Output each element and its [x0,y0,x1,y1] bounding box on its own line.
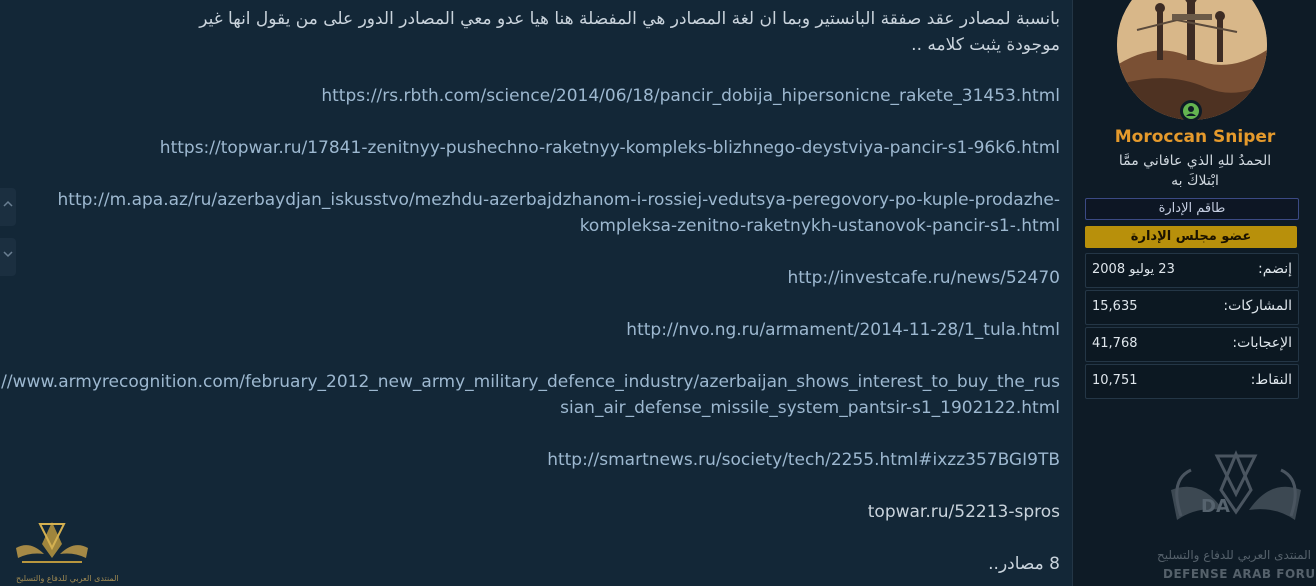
scroll-down-tab[interactable] [0,238,16,276]
source-link-2[interactable]: https://topwar.ru/17841-zenitnyy-pushech… [160,135,1060,161]
stat-likes-value: 41,768 [1092,336,1138,351]
stat-posts-label: المشاركات: [1223,298,1292,314]
user-sidebar: Moroccan Sniper الحمدُ للهِ الذي عافاني … [1072,0,1316,586]
council-member-banner: عضو مجلس الإدارة [1085,226,1297,248]
stat-likes-label: الإعجابات: [1232,335,1292,351]
forum-logo-watermark: المنتدى العربي للدفاع والتسليح [12,518,119,586]
user-title-line-2: ابْتلاكَ به [1171,173,1219,189]
stat-joined: إنضم: 23 يوليو 2008 [1085,253,1299,288]
stat-points-value[interactable]: 10,751 [1092,373,1138,388]
watermark-english: DEFENSE ARAB FORUM [1163,567,1316,581]
chevron-down-icon [3,251,13,258]
post-intro-line-1: بانسبة لمصادر عقد صفقة البانستير وبما ان… [199,9,1060,29]
source-link-6-line-2[interactable]: sian_air_defense_missile_system_pantsir-… [560,395,1060,421]
online-status-indicator [1180,100,1202,122]
watermark-letters: DA [1201,496,1230,517]
stat-points: النقاط: 10,751 [1085,364,1299,399]
source-link-6-line-1[interactable]: http://www.armyrecognition.com/february_… [0,369,1060,395]
post-intro-line-2: موجودة يثبت كلامه .. [911,35,1060,55]
source-link-3-line-1[interactable]: http://m.apa.az/ru/azerbaydjan_iskusstvo… [58,187,1060,213]
stat-posts: المشاركات: 15,635 [1085,290,1299,325]
post-body: بانسبة لمصادر عقد صفقة البانستير وبما ان… [0,0,1072,586]
watermark-arabic-small: المنتدى العربي للدفاع والتسليح [16,574,119,583]
stat-likes: الإعجابات: 41,768 [1085,327,1299,362]
user-online-icon [1186,106,1196,116]
username[interactable]: Moroccan Sniper [1073,127,1316,147]
forum-emblem-icon [16,522,88,563]
stat-points-label: النقاط: [1250,372,1292,388]
scroll-up-tab[interactable] [0,188,16,226]
user-title: الحمدُ للهِ الذي عافاني ممَّا ابْتلاكَ ب… [1087,151,1303,191]
forum-eagle-emblem-icon [1171,450,1301,520]
source-link-4[interactable]: http://investcafe.ru/news/52470 [787,265,1060,291]
source-link-5[interactable]: http://nvo.ng.ru/armament/2014-11-28/1_t… [626,317,1060,343]
watermark-arabic: المنتدى العربي للدفاع والتسليح [1157,548,1311,562]
stat-posts-value[interactable]: 15,635 [1092,299,1138,314]
staff-banner: طاقم الإدارة [1085,198,1299,220]
user-title-line-1: الحمدُ للهِ الذي عافاني ممَّا [1118,153,1272,169]
source-link-3-line-2[interactable]: kompleksa-zenitno-raketnykh-ustanovok-pa… [580,213,1060,239]
source-link-1[interactable]: https://rs.rbth.com/science/2014/06/18/p… [321,83,1060,109]
stat-joined-value: 23 يوليو 2008 [1092,262,1175,277]
source-link-7[interactable]: http://smartnews.ru/society/tech/2255.ht… [547,447,1060,473]
plain-source: topwar.ru/52213-spros [867,502,1060,522]
forum-watermark: DA المنتدى العربي للدفاع والتسليح DEFENS… [1157,450,1316,586]
chevron-up-icon [3,200,13,207]
stat-joined-label: إنضم: [1258,261,1292,277]
sources-count: 8 مصادر.. [988,554,1060,574]
